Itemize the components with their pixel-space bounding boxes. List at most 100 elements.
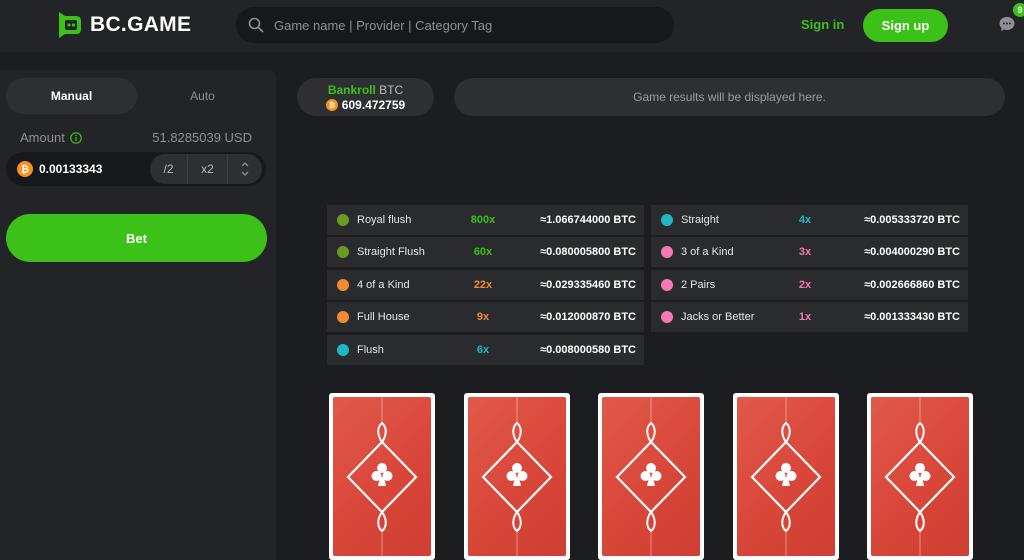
hand-name: 2 Pairs <box>681 278 716 291</box>
hand-multiplier: 9x <box>476 311 490 324</box>
paytable-row: 4 of a Kind 22x ≈0.029335460 BTC <box>327 269 644 300</box>
bankroll-label: Bankroll <box>327 83 376 97</box>
amount-label-group: Amount <box>20 130 82 145</box>
search-bar[interactable] <box>236 7 674 43</box>
hand-name: 4 of a Kind <box>357 278 410 291</box>
bet-amount-field[interactable]: ₿ /2 x2 <box>6 152 266 186</box>
halve-bet-button[interactable]: /2 <box>150 154 188 184</box>
chevron-down-icon[interactable] <box>240 169 250 179</box>
hand-color-dot <box>337 246 349 259</box>
hand-multiplier: 3x <box>798 246 812 259</box>
amount-usd: 51.8285039 USD <box>152 130 252 145</box>
card-back-pattern <box>481 397 553 556</box>
bitcoin-icon: ₿ <box>325 99 338 111</box>
paytable-right: Straight 4x ≈0.005333720 BTC 3 of a Kind 3x ≈… <box>651 205 968 335</box>
card-back <box>737 397 835 556</box>
hand-payout: ≈0.080005800 BTC <box>540 246 636 259</box>
sign-in-link[interactable]: Sign in <box>801 17 844 32</box>
hand-name: Jacks or Better <box>681 311 755 324</box>
info-icon[interactable] <box>70 131 82 144</box>
playing-card[interactable] <box>733 393 839 560</box>
hand-color-dot <box>337 311 349 324</box>
paytable-row: 3 of a Kind 3x ≈0.004000290 BTC <box>651 237 968 268</box>
card-back-pattern <box>884 397 956 556</box>
playing-card[interactable] <box>867 393 973 560</box>
mode-tabs: Manual Auto <box>6 78 268 114</box>
hand-multiplier: 800x <box>470 214 496 226</box>
amount-row: Amount 51.8285039 USD <box>20 130 252 145</box>
hand-payout: ≈0.012000870 BTC <box>540 311 636 324</box>
amount-label: Amount <box>20 130 65 145</box>
hand-name: Straight <box>681 214 719 226</box>
tab-manual[interactable]: Manual <box>6 78 137 114</box>
paytable-row: Straight Flush 60x ≈0.080005800 BTC <box>327 237 644 268</box>
hand-multiplier: 22x <box>473 278 493 291</box>
chat-button[interactable] <box>998 15 1016 33</box>
hand-color-dot <box>337 214 349 226</box>
paytable-row: Full House 9x ≈0.012000870 BTC <box>327 302 644 333</box>
chat-badge: 9 <box>1013 3 1024 17</box>
logo-text: BC.GAME <box>90 13 192 36</box>
chat-icon <box>999 17 1015 31</box>
hand-payout: ≈0.029335460 BTC <box>540 278 636 291</box>
club-icon <box>506 463 528 486</box>
bet-amount-controls: /2 x2 <box>150 154 262 184</box>
bankroll-currency: BTC <box>379 83 404 97</box>
bankroll-amount: ₿ 609.472759 <box>297 98 434 112</box>
bankroll-title: Bankroll BTC <box>297 83 434 97</box>
bet-panel: Manual Auto Amount 51.8285039 USD ₿ /2 x… <box>0 70 276 560</box>
card-back-pattern <box>615 397 687 556</box>
svg-text:₿: ₿ <box>329 101 335 110</box>
hand-payout: ≈0.002666860 BTC <box>864 278 960 291</box>
playing-card[interactable] <box>464 393 570 560</box>
playing-card[interactable] <box>329 393 435 560</box>
club-icon <box>371 463 393 486</box>
hand-multiplier: 60x <box>473 246 493 259</box>
hand-multiplier: 6x <box>476 343 490 356</box>
hand-name: Straight Flush <box>357 246 425 259</box>
hand-color-dot <box>661 246 673 259</box>
hand-multiplier: 4x <box>798 214 812 226</box>
paytable-row: 2 Pairs 2x ≈0.002666860 BTC <box>651 269 968 300</box>
hand-payout: ≈0.001333430 BTC <box>864 311 960 324</box>
search-input[interactable] <box>274 17 654 33</box>
hand-name: 3 of a Kind <box>681 246 734 259</box>
hand-color-dot <box>337 278 349 291</box>
hand-color-dot <box>661 278 673 291</box>
chevron-up-icon[interactable] <box>240 159 250 169</box>
card-back <box>333 397 431 556</box>
bankroll-display: Bankroll BTC ₿ 609.472759 <box>297 78 434 116</box>
paytable-row: Royal flush 800x ≈1.066744000 BTC <box>327 205 644 235</box>
club-icon <box>909 463 931 486</box>
hand-payout: ≈0.008000580 BTC <box>540 343 636 356</box>
sign-up-button[interactable]: Sign up <box>863 9 948 42</box>
hand-payout: ≈0.004000290 BTC <box>864 246 960 259</box>
double-bet-button[interactable]: x2 <box>188 154 228 184</box>
hand-multiplier: 1x <box>798 311 812 324</box>
tab-auto[interactable]: Auto <box>137 78 268 114</box>
hand-payout: ≈0.005333720 BTC <box>864 214 960 226</box>
bet-amount-input[interactable] <box>39 162 149 176</box>
card-back <box>602 397 700 556</box>
paytable-row: Jacks or Better 1x ≈0.001333430 BTC <box>651 302 968 333</box>
card-back <box>871 397 969 556</box>
hand-name: Full House <box>357 311 410 324</box>
paytable-row: Flush 6x ≈0.008000580 BTC <box>327 334 644 365</box>
card-back <box>468 397 566 556</box>
hand-name: Flush <box>357 343 384 356</box>
hand-color-dot <box>661 214 673 226</box>
bc-logo-icon <box>59 12 81 38</box>
top-header: BC.GAME Sign in Sign up 9 <box>0 0 1024 52</box>
logo[interactable]: BC.GAME <box>56 10 191 40</box>
paytable-row: Straight 4x ≈0.005333720 BTC <box>651 205 968 235</box>
bankroll-value: 609.472759 <box>341 98 406 112</box>
card-back-pattern <box>346 397 418 556</box>
bet-button[interactable]: Bet <box>6 214 267 262</box>
svg-text:₿: ₿ <box>21 164 29 176</box>
playing-card[interactable] <box>598 393 704 560</box>
bet-stepper[interactable] <box>228 154 262 184</box>
hand-payout: ≈1.066744000 BTC <box>540 214 636 226</box>
club-icon <box>640 463 662 486</box>
search-icon <box>248 17 264 33</box>
hand-name: Royal flush <box>357 214 412 226</box>
